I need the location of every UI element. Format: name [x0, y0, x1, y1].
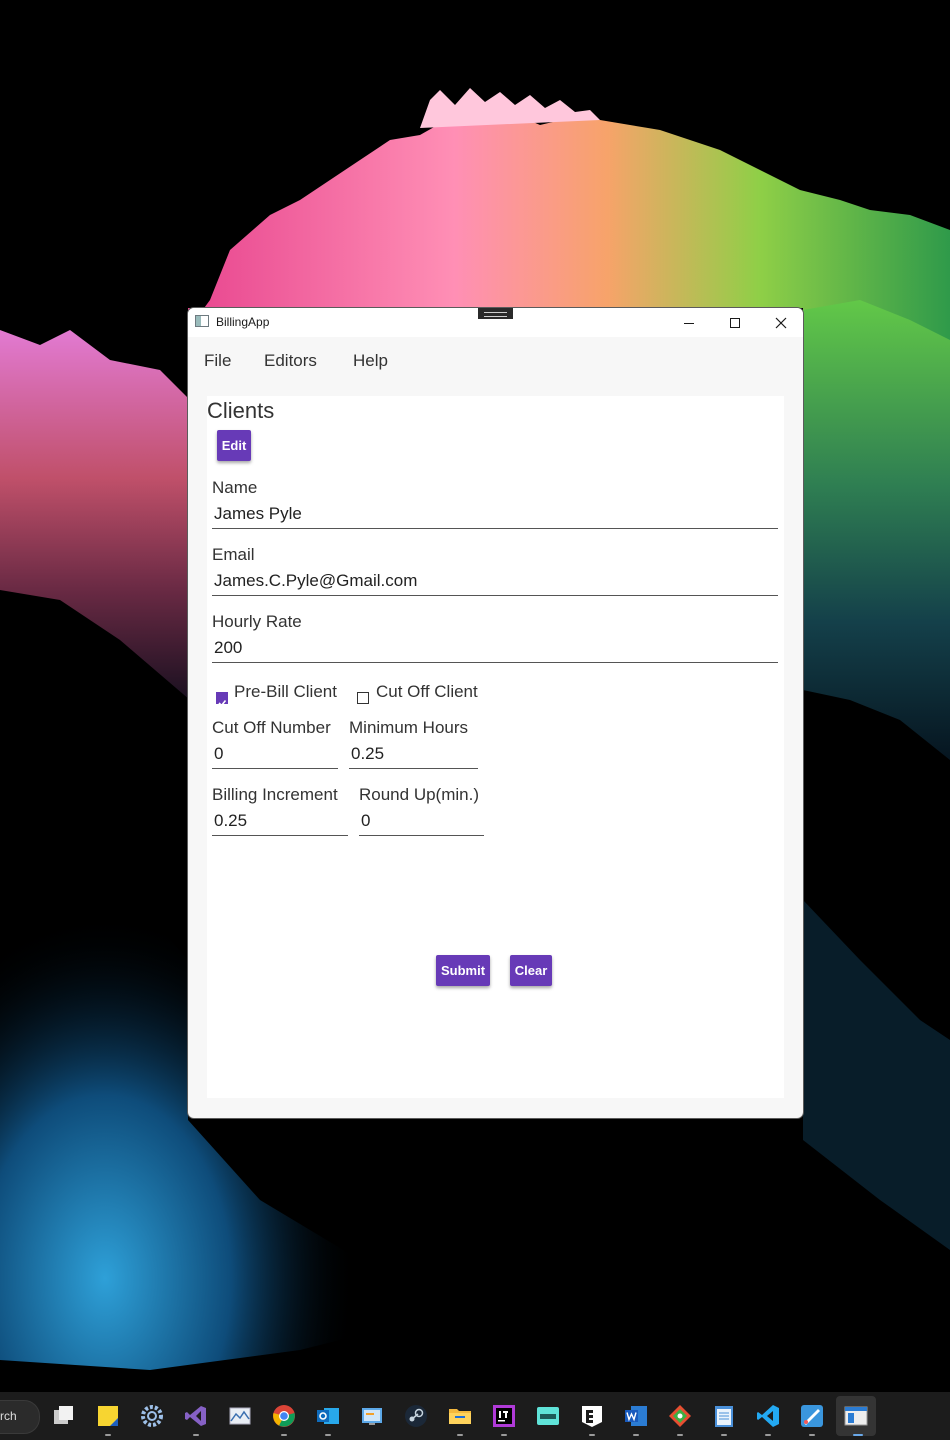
search-text: rch — [0, 1409, 17, 1423]
vscode-icon[interactable] — [756, 1404, 780, 1428]
settings-icon[interactable] — [140, 1404, 164, 1428]
minimum-hours-label: Minimum Hours — [349, 718, 469, 737]
maximize-icon — [729, 317, 740, 328]
name-label: Name — [212, 478, 258, 497]
hourly-rate-label: Hourly Rate — [212, 612, 302, 631]
menu-help[interactable]: Help — [353, 351, 388, 371]
cut-off-number-label: Cut Off Number — [212, 718, 331, 737]
close-icon — [775, 317, 786, 328]
name-field[interactable]: James Pyle — [212, 501, 778, 529]
running-indicator — [325, 1434, 331, 1436]
sticky-notes-icon[interactable] — [96, 1404, 120, 1428]
submit-button[interactable]: Submit — [436, 955, 490, 986]
app-icon — [195, 315, 209, 327]
running-indicator — [281, 1434, 287, 1436]
jetbrains-icon[interactable] — [492, 1404, 516, 1428]
running-indicator — [501, 1434, 507, 1436]
word-icon[interactable] — [624, 1404, 648, 1428]
minimum-hours-field[interactable]: 0.25 — [349, 741, 478, 769]
hourly-rate-field[interactable]: 200 — [212, 635, 778, 663]
page-title: Clients — [207, 398, 275, 423]
epic-games-icon[interactable] — [580, 1404, 604, 1428]
close-button[interactable] — [758, 308, 803, 337]
cut-off-label: Cut Off Client — [376, 682, 478, 701]
minimize-icon — [683, 322, 694, 324]
round-up-field[interactable]: 0 — [359, 808, 484, 836]
running-indicator — [721, 1434, 727, 1436]
running-indicator — [193, 1434, 199, 1436]
cut-off-number-field[interactable]: 0 — [212, 741, 338, 769]
control-panel-icon[interactable] — [360, 1404, 384, 1428]
active-indicator — [853, 1434, 863, 1436]
edit-button[interactable]: Edit — [217, 430, 251, 461]
email-label: Email — [212, 545, 255, 564]
menu-bar: File Editors Help — [188, 337, 803, 395]
chrome-icon[interactable] — [272, 1404, 296, 1428]
livesplit-icon[interactable] — [536, 1404, 560, 1428]
menu-editors[interactable]: Editors — [264, 351, 317, 371]
menu-file[interactable]: File — [204, 351, 231, 371]
running-indicator — [677, 1434, 683, 1436]
snap-grip-handle[interactable] — [478, 308, 513, 319]
pre-bill-checkbox[interactable] — [216, 692, 228, 707]
photos-icon[interactable] — [228, 1404, 252, 1428]
steam-icon[interactable] — [404, 1404, 428, 1428]
window-title: BillingApp — [216, 315, 270, 329]
title-bar[interactable]: BillingApp — [188, 308, 803, 337]
running-indicator — [457, 1434, 463, 1436]
maximize-button[interactable] — [712, 308, 757, 337]
paint-icon[interactable] — [800, 1404, 824, 1428]
running-indicator — [105, 1434, 111, 1436]
running-indicator — [765, 1434, 771, 1436]
email-field[interactable]: James.C.Pyle@Gmail.com — [212, 568, 778, 596]
billing-app-window: BillingApp File Editors Help Clients Edi… — [188, 308, 803, 1118]
round-up-label: Round Up(min.) — [359, 785, 479, 804]
clients-panel: Clients Edit Name James Pyle Email James… — [207, 396, 784, 1098]
visual-studio-icon[interactable] — [184, 1404, 208, 1428]
billingapp-icon[interactable] — [844, 1404, 868, 1428]
running-indicator — [633, 1434, 639, 1436]
git-icon[interactable] — [668, 1404, 692, 1428]
taskbar: rch — [0, 1392, 950, 1440]
running-indicator — [809, 1434, 815, 1436]
billing-increment-label: Billing Increment — [212, 785, 338, 804]
check-icon — [218, 700, 227, 707]
billing-increment-field[interactable]: 0.25 — [212, 808, 348, 836]
file-explorer-icon[interactable] — [448, 1404, 472, 1428]
cut-off-checkbox[interactable] — [357, 692, 369, 704]
minimize-button[interactable] — [666, 308, 711, 337]
outlook-icon[interactable] — [316, 1404, 340, 1428]
task-view-icon[interactable] — [52, 1404, 76, 1428]
running-indicator — [589, 1434, 595, 1436]
pre-bill-label: Pre-Bill Client — [234, 682, 337, 701]
notepad-icon[interactable] — [712, 1404, 736, 1428]
clear-button[interactable]: Clear — [510, 955, 552, 986]
